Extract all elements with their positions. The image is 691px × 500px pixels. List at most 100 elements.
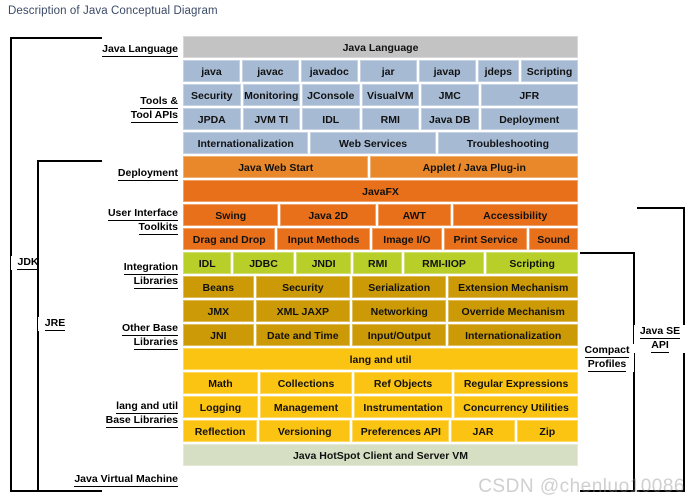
cell-lang-and-util[interactable]: lang and util xyxy=(183,348,578,370)
cell-sound[interactable]: Sound xyxy=(529,228,578,250)
cell-java-language[interactable]: Java Language xyxy=(183,36,578,58)
cell-idl[interactable]: IDL xyxy=(183,252,232,274)
cell-logging[interactable]: Logging xyxy=(183,396,258,418)
label-other-base-libraries: Other Base Libraries xyxy=(60,322,178,350)
cell-override-mechanism[interactable]: Override Mechanism xyxy=(448,300,578,322)
cell-zip[interactable]: Zip xyxy=(516,420,578,442)
cell-math[interactable]: Math xyxy=(183,372,258,394)
tools-row-1: java javac javadoc jar javap jdeps Scripting xyxy=(183,60,578,82)
cell-ref-objects[interactable]: Ref Objects xyxy=(354,372,453,394)
cell-scripting[interactable]: Scripting xyxy=(521,60,578,82)
cell-java-web-start[interactable]: Java Web Start xyxy=(183,156,369,178)
cell-applet-java-plug-in[interactable]: Applet / Java Plug-in xyxy=(370,156,578,178)
cell-java-db[interactable]: Java DB xyxy=(421,108,479,130)
cell-serialization[interactable]: Serialization xyxy=(352,276,447,298)
cell-jmx[interactable]: JMX xyxy=(183,300,254,322)
cell-security[interactable]: Security xyxy=(183,84,241,106)
cell-jconsole[interactable]: JConsole xyxy=(302,84,360,106)
cell-input-methods[interactable]: Input Methods xyxy=(277,228,370,250)
lang-util-base-row-2: Logging Management Instrumentation Concurre… xyxy=(183,396,578,418)
cell-internationalization[interactable]: Internationalization xyxy=(448,324,578,346)
cell-extension-mechanism[interactable]: Extension Mechanism xyxy=(448,276,578,298)
javase-api-line2: API xyxy=(651,339,669,353)
label-java-language-text: Java Language xyxy=(102,43,178,57)
cell-instrumentation[interactable]: Instrumentation xyxy=(354,396,453,418)
cell-versioning[interactable]: Versioning xyxy=(259,420,351,442)
lang-util-base-row-1: Math Collections Ref Objects Regular Expres… xyxy=(183,372,578,394)
cell-java-hotspot-client-and-server-vm[interactable]: Java HotSpot Client and Server VM xyxy=(183,444,578,466)
javase-api-label: Java SE API xyxy=(634,325,686,353)
cell-preferences-api[interactable]: Preferences API xyxy=(352,420,450,442)
label-lang-util-line1: lang and util xyxy=(116,400,178,414)
cell-jni[interactable]: JNI xyxy=(183,324,254,346)
label-java-virtual-machine: Java Virtual Machine xyxy=(44,473,178,487)
label-java-language: Java Language xyxy=(60,43,178,57)
cell-rmi[interactable]: RMI xyxy=(361,108,419,130)
jdk-label-text: JDK xyxy=(17,256,39,270)
cell-idl[interactable]: IDL xyxy=(302,108,360,130)
javafx-row: JavaFX xyxy=(183,180,578,202)
cell-awt[interactable]: AWT xyxy=(377,204,451,226)
cell-jdbc[interactable]: JDBC xyxy=(233,252,294,274)
cell-monitoring[interactable]: Monitoring xyxy=(242,84,300,106)
cell-date-and-time[interactable]: Date and Time xyxy=(255,324,351,346)
cell-javadoc[interactable]: javadoc xyxy=(300,60,358,82)
cell-troubleshooting[interactable]: Troubleshooting xyxy=(437,132,578,154)
label-integration-libraries: Integration Libraries xyxy=(60,261,178,289)
cell-reflection[interactable]: Reflection xyxy=(183,420,258,442)
cell-java-2d[interactable]: Java 2D xyxy=(280,204,376,226)
other-base-row-2: JMX XML JAXP Networking Override Mechanism xyxy=(183,300,578,322)
jvm-row: Java HotSpot Client and Server VM xyxy=(183,444,578,466)
cell-jndi[interactable]: JNDI xyxy=(295,252,352,274)
label-integration-line2: Libraries xyxy=(133,275,178,289)
cell-print-service[interactable]: Print Service xyxy=(444,228,528,250)
cell-javafx[interactable]: JavaFX xyxy=(183,180,578,202)
cell-input-output[interactable]: Input/Output xyxy=(352,324,447,346)
cell-scripting[interactable]: Scripting xyxy=(486,252,578,274)
tools-row-2: Security Monitoring JConsole VisualVM JMC JFR xyxy=(183,84,578,106)
cell-jdeps[interactable]: jdeps xyxy=(477,60,520,82)
cell-beans[interactable]: Beans xyxy=(183,276,254,298)
cell-web-services[interactable]: Web Services xyxy=(310,132,436,154)
compact-profiles-line2: Profiles xyxy=(587,358,627,372)
cell-deployment[interactable]: Deployment xyxy=(480,108,578,130)
cell-drag-and-drop[interactable]: Drag and Drop xyxy=(183,228,276,250)
cell-xml-jaxp[interactable]: XML JAXP xyxy=(255,300,351,322)
cell-javap[interactable]: javap xyxy=(418,60,476,82)
cell-swing[interactable]: Swing xyxy=(183,204,279,226)
cell-jar[interactable]: JAR xyxy=(451,420,515,442)
cell-regular-expressions[interactable]: Regular Expressions xyxy=(454,372,578,394)
cell-rmi[interactable]: RMI xyxy=(353,252,402,274)
deployment-row: Java Web Start Applet / Java Plug-in xyxy=(183,156,578,178)
cell-internationalization[interactable]: Internationalization xyxy=(183,132,309,154)
label-integration-line1: Integration xyxy=(123,261,178,275)
tools-row-4: Internationalization Web Services Troubles… xyxy=(183,132,578,154)
cell-javac[interactable]: javac xyxy=(241,60,299,82)
compact-profiles-label: Compact Profiles xyxy=(580,344,634,372)
cell-java[interactable]: java xyxy=(183,60,240,82)
label-tools-line1: Tools & xyxy=(140,95,178,109)
cell-security[interactable]: Security xyxy=(255,276,351,298)
cell-image-i-o[interactable]: Image I/O xyxy=(371,228,443,250)
cell-jpda[interactable]: JPDA xyxy=(183,108,241,130)
cell-jar[interactable]: jar xyxy=(359,60,417,82)
page-title: Description of Java Conceptual Diagram xyxy=(8,5,218,17)
cell-jmc[interactable]: JMC xyxy=(421,84,479,106)
label-tools-line2: Tool APIs xyxy=(130,109,178,123)
label-jvm-text: Java Virtual Machine xyxy=(74,473,178,487)
cell-rmi-iiop[interactable]: RMI-IIOP xyxy=(403,252,485,274)
lang-util-row: lang and util xyxy=(183,348,578,370)
cell-accessibility[interactable]: Accessibility xyxy=(452,204,578,226)
cell-concurrency-utilities[interactable]: Concurrency Utilities xyxy=(454,396,578,418)
cell-networking[interactable]: Networking xyxy=(352,300,447,322)
cell-jvm-ti[interactable]: JVM TI xyxy=(242,108,300,130)
cell-collections[interactable]: Collections xyxy=(259,372,353,394)
label-ui-line2: Toolkits xyxy=(138,221,178,235)
cell-visualvm[interactable]: VisualVM xyxy=(361,84,419,106)
watermark: CSDN @chenluo10086 xyxy=(478,476,685,497)
label-other-base-line2: Libraries xyxy=(133,336,178,350)
cell-management[interactable]: Management xyxy=(259,396,353,418)
integration-row: IDL JDBC JNDI RMI RMI-IIOP Scripting xyxy=(183,252,578,274)
label-lang-util-line2: Base Libraries xyxy=(105,414,178,428)
cell-jfr[interactable]: JFR xyxy=(480,84,578,106)
